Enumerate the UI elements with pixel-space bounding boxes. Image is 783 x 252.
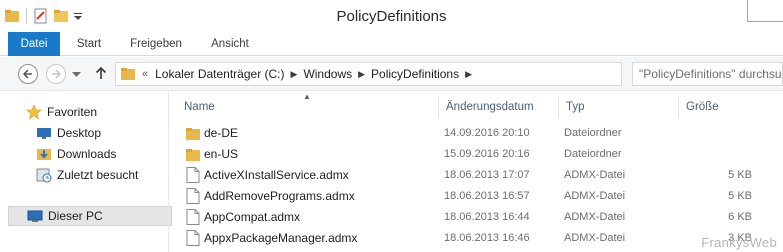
tab-ansicht[interactable]: Ansicht: [200, 32, 260, 56]
downloads-icon: [37, 149, 51, 160]
chevron-right-icon[interactable]: ▶: [289, 69, 300, 80]
search-input[interactable]: "PolicyDefinitions" durchsuchen: [632, 62, 783, 86]
file-name: AddRemovePrograms.admx: [204, 189, 355, 203]
breadcrumb-overflow[interactable]: «: [136, 68, 151, 80]
chevron-right-icon[interactable]: ▶: [463, 69, 474, 80]
column-header-size[interactable]: Größe: [682, 96, 772, 118]
nav-item-dieser-pc[interactable]: Dieser PC: [8, 206, 172, 226]
breadcrumb-policydefinitions[interactable]: PolicyDefinitions: [367, 67, 463, 81]
file-type: ADMX-Datei: [564, 232, 626, 244]
file-type: ADMX-Datei: [564, 190, 626, 202]
nav-item-label: Favoriten: [47, 105, 98, 119]
file-name: AppCompat.admx: [204, 210, 301, 224]
file-size: [684, 123, 752, 143]
file-name: de-DE: [204, 126, 239, 140]
arrow-right-icon: [52, 69, 62, 79]
file-row[interactable]: en-US 15.09.2016 20:16 Dateiordner: [170, 144, 783, 164]
folder-icon: [121, 68, 135, 80]
file-size: [684, 144, 752, 164]
chevron-right-icon[interactable]: ▶: [356, 69, 367, 80]
file-icon: [186, 209, 200, 225]
window-control-button[interactable]: [747, 0, 783, 22]
column-header-date[interactable]: Änderungsdatum: [442, 96, 558, 118]
file-date: 18.06.2013 16:57: [444, 190, 530, 202]
column-header-name[interactable]: Name: [180, 96, 436, 118]
computer-icon: [27, 210, 43, 222]
folder-icon: [186, 128, 200, 140]
tab-freigeben[interactable]: Freigeben: [124, 32, 188, 56]
file-size: 6 KB: [728, 211, 752, 223]
file-row[interactable]: AddRemovePrograms.admx 18.06.2013 16:57 …: [170, 186, 783, 206]
pane-divider[interactable]: [168, 92, 169, 252]
file-row[interactable]: AppCompat.admx 18.06.2013 16:44 ADMX-Dat…: [170, 207, 783, 227]
breadcrumb-drive[interactable]: Lokaler Datenträger (C:): [151, 67, 288, 81]
file-type: Dateiordner: [564, 127, 622, 139]
title-bar: PolicyDefinitions: [0, 0, 783, 32]
navigation-pane: Favoriten Desktop Downloads Zuletzt besu…: [0, 92, 172, 252]
breadcrumb-windows[interactable]: Windows: [299, 67, 356, 81]
file-date: 14.09.2016 20:10: [444, 127, 530, 139]
file-type: ADMX-Datei: [564, 169, 626, 181]
file-name: en-US: [204, 147, 239, 161]
tab-start[interactable]: Start: [66, 32, 112, 56]
nav-item-favoriten[interactable]: Favoriten: [26, 102, 190, 122]
forward-button[interactable]: [46, 64, 66, 84]
file-row[interactable]: de-DE 14.09.2016 20:10 Dateiordner: [170, 123, 783, 143]
nav-item-label: Dieser PC: [48, 209, 103, 223]
column-divider[interactable]: [558, 96, 559, 118]
file-row[interactable]: AppxPackageManager.admx 18.06.2013 16:46…: [170, 228, 783, 248]
up-button[interactable]: [95, 66, 107, 83]
arrow-up-icon: [95, 66, 107, 79]
file-date: 18.06.2013 17:07: [444, 169, 530, 181]
file-type: Dateiordner: [564, 148, 622, 160]
file-icon: [186, 188, 200, 204]
address-bar[interactable]: « Lokaler Datenträger (C:) ▶ Windows ▶ P…: [115, 62, 622, 86]
window-title: PolicyDefinitions: [336, 8, 447, 25]
file-icon: [186, 230, 200, 246]
file-size: 5 KB: [728, 190, 752, 202]
watermark: FrankysWeb: [701, 235, 777, 250]
folder-icon: [186, 149, 200, 161]
file-type: ADMX-Datei: [564, 211, 626, 223]
file-date: 18.06.2013 16:44: [444, 211, 530, 223]
file-icon: [186, 167, 200, 183]
ribbon-tabs: Datei Start Freigeben Ansicht: [0, 32, 783, 56]
file-list: ▲ Name Änderungsdatum Typ Größe de-DE 14…: [170, 92, 783, 252]
file-date: 18.06.2013 16:46: [444, 232, 530, 244]
file-date: 15.09.2016 20:16: [444, 148, 530, 160]
back-button[interactable]: [18, 64, 38, 84]
nav-item-label: Desktop: [57, 126, 102, 140]
nav-item-label: Downloads: [57, 147, 117, 161]
recent-places-icon: [36, 168, 52, 183]
nav-item-label: Zuletzt besucht: [57, 168, 139, 182]
tab-datei[interactable]: Datei: [8, 32, 60, 56]
column-divider[interactable]: [438, 96, 439, 118]
column-header-type[interactable]: Typ: [562, 96, 678, 118]
arrow-left-icon: [22, 69, 32, 79]
desktop-icon: [37, 128, 51, 139]
star-icon: [26, 104, 42, 120]
file-size: 5 KB: [728, 169, 752, 181]
address-toolbar: « Lokaler Datenträger (C:) ▶ Windows ▶ P…: [0, 57, 783, 91]
column-divider[interactable]: [678, 96, 679, 118]
recent-locations-icon[interactable]: [72, 72, 81, 78]
file-row[interactable]: ActiveXInstallService.admx 18.06.2013 17…: [170, 165, 783, 185]
file-name: AppxPackageManager.admx: [204, 231, 358, 245]
file-name: ActiveXInstallService.admx: [204, 168, 349, 182]
